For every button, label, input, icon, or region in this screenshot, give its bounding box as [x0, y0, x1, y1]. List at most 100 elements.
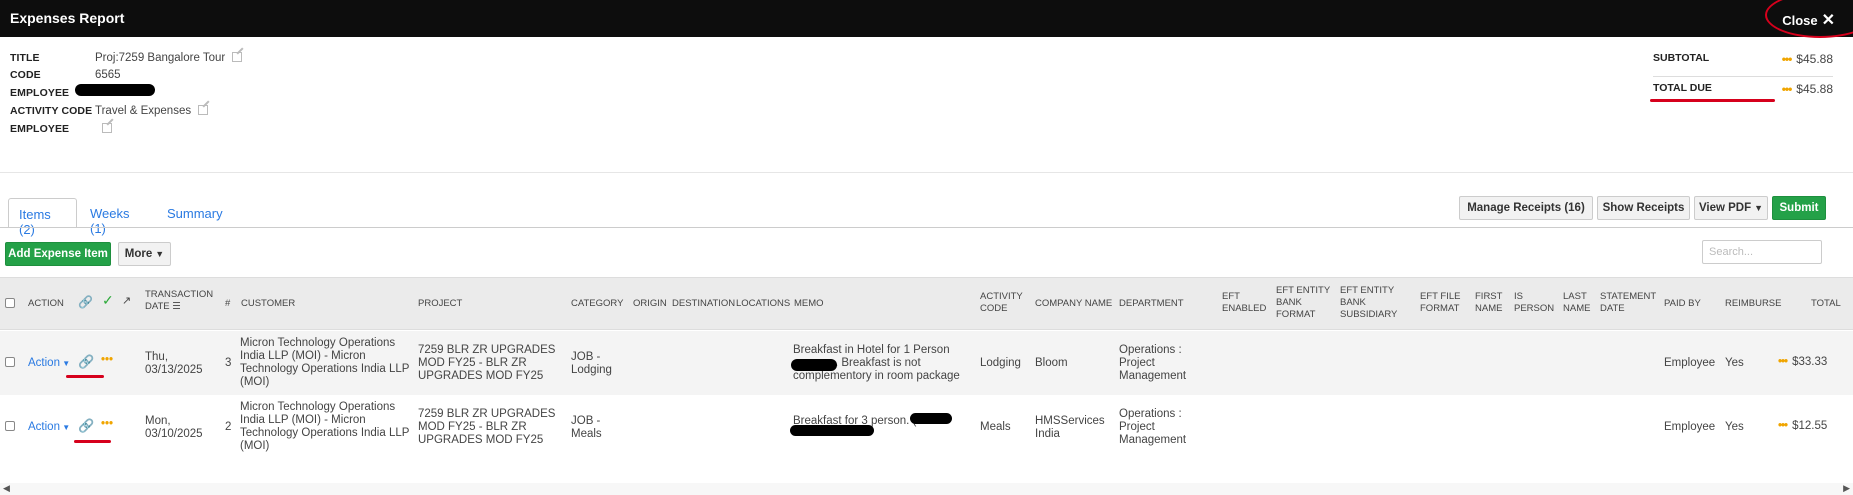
- col-activity-code[interactable]: ACTIVITY CODE: [980, 291, 1023, 315]
- field-activity-code: ACTIVITY CODE Travel & Expenses: [10, 105, 610, 125]
- search-input[interactable]: [1702, 240, 1822, 264]
- col-label: SUBSIDIARY: [1340, 309, 1398, 320]
- field-value: [95, 123, 112, 135]
- edit-icon[interactable]: [198, 105, 209, 115]
- row-paid-by: Employee: [1664, 357, 1716, 369]
- row-activity-code: Meals: [980, 421, 1011, 433]
- text-line: Management: [1119, 434, 1187, 446]
- col-label: ACTIVITY: [980, 291, 1023, 302]
- view-pdf-button[interactable]: View PDF ▼: [1694, 196, 1768, 220]
- row-reimburse: Yes: [1725, 421, 1744, 433]
- tab-underline: [0, 227, 1853, 228]
- row-category: JOB - Lodging: [571, 351, 612, 377]
- row-action-menu[interactable]: Action ▼: [28, 421, 70, 434]
- paperclip-icon[interactable]: 🔗: [78, 355, 94, 368]
- total-due-value: ••• $45.88: [1782, 82, 1833, 96]
- more-button[interactable]: More ▼: [118, 242, 171, 266]
- more-label: More: [124, 248, 153, 260]
- field-value: Proj:7259 Bangalore Tour: [95, 52, 243, 64]
- col-is-person[interactable]: IS PERSON: [1514, 291, 1554, 315]
- row-checkbox[interactable]: [5, 357, 15, 367]
- text-line: JOB -: [571, 351, 601, 363]
- row-date: Mon, 03/10/2025: [145, 415, 203, 441]
- col-eft-file-format[interactable]: EFT FILE FORMAT: [1420, 291, 1460, 315]
- tab-weeks[interactable]: Weeks (1): [80, 198, 140, 236]
- col-eft-bank-subsidiary[interactable]: EFT ENTITY BANK SUBSIDIARY: [1340, 285, 1397, 321]
- external-link-icon: ↗: [122, 295, 132, 307]
- action-label: Action: [28, 357, 60, 369]
- more-dots-icon[interactable]: •••: [1782, 52, 1793, 66]
- col-label-2: DATE ☰: [145, 301, 213, 313]
- scroll-left-icon[interactable]: ◀: [3, 483, 10, 494]
- col-label: CODE: [980, 303, 1008, 314]
- col-last-name[interactable]: LAST NAME: [1563, 291, 1590, 315]
- col-num[interactable]: #: [225, 298, 230, 310]
- submit-button[interactable]: Submit: [1772, 196, 1826, 220]
- col-department[interactable]: DEPARTMENT: [1119, 298, 1184, 310]
- horizontal-scrollbar[interactable]: ◀ ▶: [0, 483, 1853, 495]
- col-reimburse[interactable]: REIMBURSE: [1725, 298, 1781, 310]
- field-value: Travel & Expenses: [95, 105, 209, 117]
- add-expense-item-button[interactable]: Add Expense Item: [5, 242, 111, 266]
- col-first-name[interactable]: FIRST NAME: [1475, 291, 1502, 315]
- col-origin[interactable]: ORIGIN: [633, 298, 667, 310]
- scroll-right-icon[interactable]: ▶: [1843, 483, 1850, 494]
- text-line: JOB -: [571, 415, 601, 427]
- col-label: ENABLED: [1222, 303, 1267, 314]
- subtotal-row: SUBTOTAL ••• $45.88: [1653, 52, 1833, 72]
- row-checkbox[interactable]: [5, 421, 15, 431]
- more-dots-icon[interactable]: •••: [101, 354, 113, 367]
- col-label: TRANSACTION: [145, 289, 214, 300]
- select-all-checkbox[interactable]: [5, 298, 15, 308]
- total-due-amount: $45.88: [1796, 82, 1833, 96]
- col-label: EFT ENTITY: [1276, 285, 1331, 296]
- col-company-name[interactable]: COMPANY NAME: [1035, 298, 1112, 310]
- field-label: CODE: [10, 69, 41, 81]
- col-customer[interactable]: CUSTOMER: [241, 298, 295, 310]
- more-dots-icon[interactable]: •••: [1778, 420, 1788, 432]
- row-action-menu[interactable]: Action ▼: [28, 357, 70, 370]
- col-project[interactable]: PROJECT: [418, 298, 462, 310]
- edit-icon[interactable]: [102, 123, 112, 133]
- subtotal-label: SUBTOTAL: [1653, 52, 1710, 64]
- date-value: 03/13/2025: [145, 364, 203, 376]
- more-dots-icon[interactable]: •••: [1782, 82, 1793, 96]
- col-eft-bank-format[interactable]: EFT ENTITY BANK FORMAT: [1276, 285, 1330, 321]
- text-line: HMSServices: [1035, 415, 1105, 427]
- text-line: Meals: [571, 428, 602, 440]
- col-eft-enabled[interactable]: EFT ENABLED: [1222, 291, 1266, 315]
- col-memo[interactable]: MEMO: [794, 298, 824, 310]
- divider: [1653, 76, 1833, 77]
- chevron-down-icon: ▼: [155, 249, 165, 259]
- more-dots-icon[interactable]: •••: [1778, 356, 1788, 368]
- col-total[interactable]: TOTAL: [1811, 298, 1841, 310]
- col-statement-date[interactable]: STATEMENT DATE: [1600, 291, 1656, 315]
- tab-summary[interactable]: Summary: [157, 198, 233, 228]
- edit-icon[interactable]: [232, 52, 243, 62]
- text-line: Operations :: [1119, 344, 1182, 356]
- row-department: Operations : Project Management: [1119, 344, 1186, 383]
- subtotal-value: ••• $45.88: [1782, 52, 1833, 66]
- col-locations[interactable]: LOCATIONS: [736, 298, 790, 310]
- text-line: complementory in room package: [793, 370, 960, 382]
- tab-items[interactable]: Items (2): [8, 198, 77, 237]
- date-day: Thu,: [145, 351, 169, 363]
- row-category: JOB - Meals: [571, 415, 602, 441]
- field-employee: EMPLOYEE: [10, 84, 610, 107]
- col-paid-by[interactable]: PAID BY: [1664, 298, 1701, 310]
- field-employee-2: EMPLOYEE: [10, 123, 610, 143]
- show-receipts-button[interactable]: Show Receipts: [1597, 196, 1690, 220]
- view-pdf-label: View PDF: [1698, 202, 1752, 214]
- col-category[interactable]: CATEGORY: [571, 298, 623, 310]
- col-destination[interactable]: DESTINATION: [672, 298, 735, 310]
- paperclip-icon[interactable]: 🔗: [78, 419, 94, 432]
- title-value: Proj:7259 Bangalore Tour: [95, 52, 226, 64]
- manage-receipts-button[interactable]: Manage Receipts (16): [1459, 196, 1593, 220]
- col-label: LAST: [1563, 291, 1587, 302]
- more-dots-icon[interactable]: •••: [101, 418, 113, 431]
- redaction-mark: [910, 413, 952, 424]
- col-action[interactable]: ACTION: [28, 298, 64, 310]
- subtotal-amount: $45.88: [1796, 52, 1833, 66]
- text-line: Micron Technology Operations: [240, 337, 396, 349]
- col-transaction-date[interactable]: TRANSACTION DATE ☰: [145, 289, 213, 313]
